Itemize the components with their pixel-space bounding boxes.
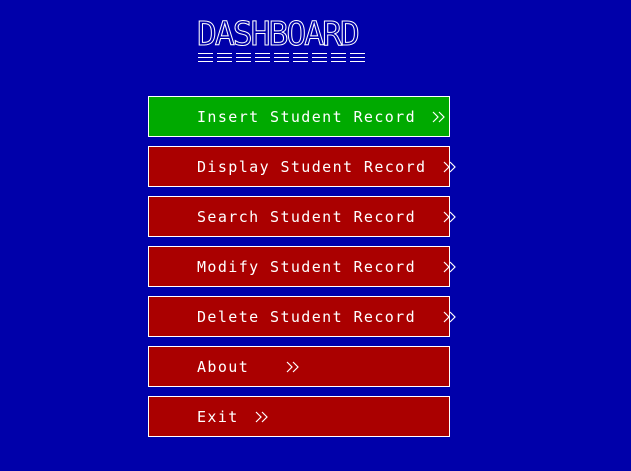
insert-student-record-button[interactable]: Insert Student Record [148,96,450,137]
double-chevron-right-icon [255,411,269,423]
delete-student-record-label: Delete Student Record [197,308,457,326]
title-underline-dash [198,53,213,62]
display-student-record-button[interactable]: Display Student Record [148,146,456,187]
page-title: DASHBOARD [197,14,361,53]
modify-student-record-button[interactable]: Modify Student Record [148,246,456,287]
about-label: About [197,358,300,376]
exit-label: Exit [197,408,269,426]
about-button[interactable]: About [148,346,450,387]
search-student-record-label: Search Student Record [197,208,457,226]
title-underline-dash [331,53,346,62]
modify-student-record-label: Modify Student Record [197,258,457,276]
double-chevron-right-icon [443,311,457,323]
title-underline-dash [255,53,270,62]
display-student-record-label: Display Student Record [197,158,457,176]
title-underline-dash [312,53,327,62]
double-chevron-right-icon [443,261,457,273]
title-underline [198,53,365,62]
title-underline-dash [293,53,308,62]
title-underline-dash [350,53,365,62]
search-student-record-button[interactable]: Search Student Record [148,196,456,237]
double-chevron-right-icon [443,161,457,173]
double-chevron-right-icon [432,111,446,123]
title-underline-dash [236,53,251,62]
double-chevron-right-icon [286,361,300,373]
dashboard-title: DASHBOARD [197,14,391,63]
exit-button[interactable]: Exit [148,396,450,437]
double-chevron-right-icon [443,211,457,223]
insert-student-record-label: Insert Student Record [197,108,446,126]
title-underline-dash [274,53,289,62]
title-underline-dash [217,53,232,62]
delete-student-record-button[interactable]: Delete Student Record [148,296,456,337]
